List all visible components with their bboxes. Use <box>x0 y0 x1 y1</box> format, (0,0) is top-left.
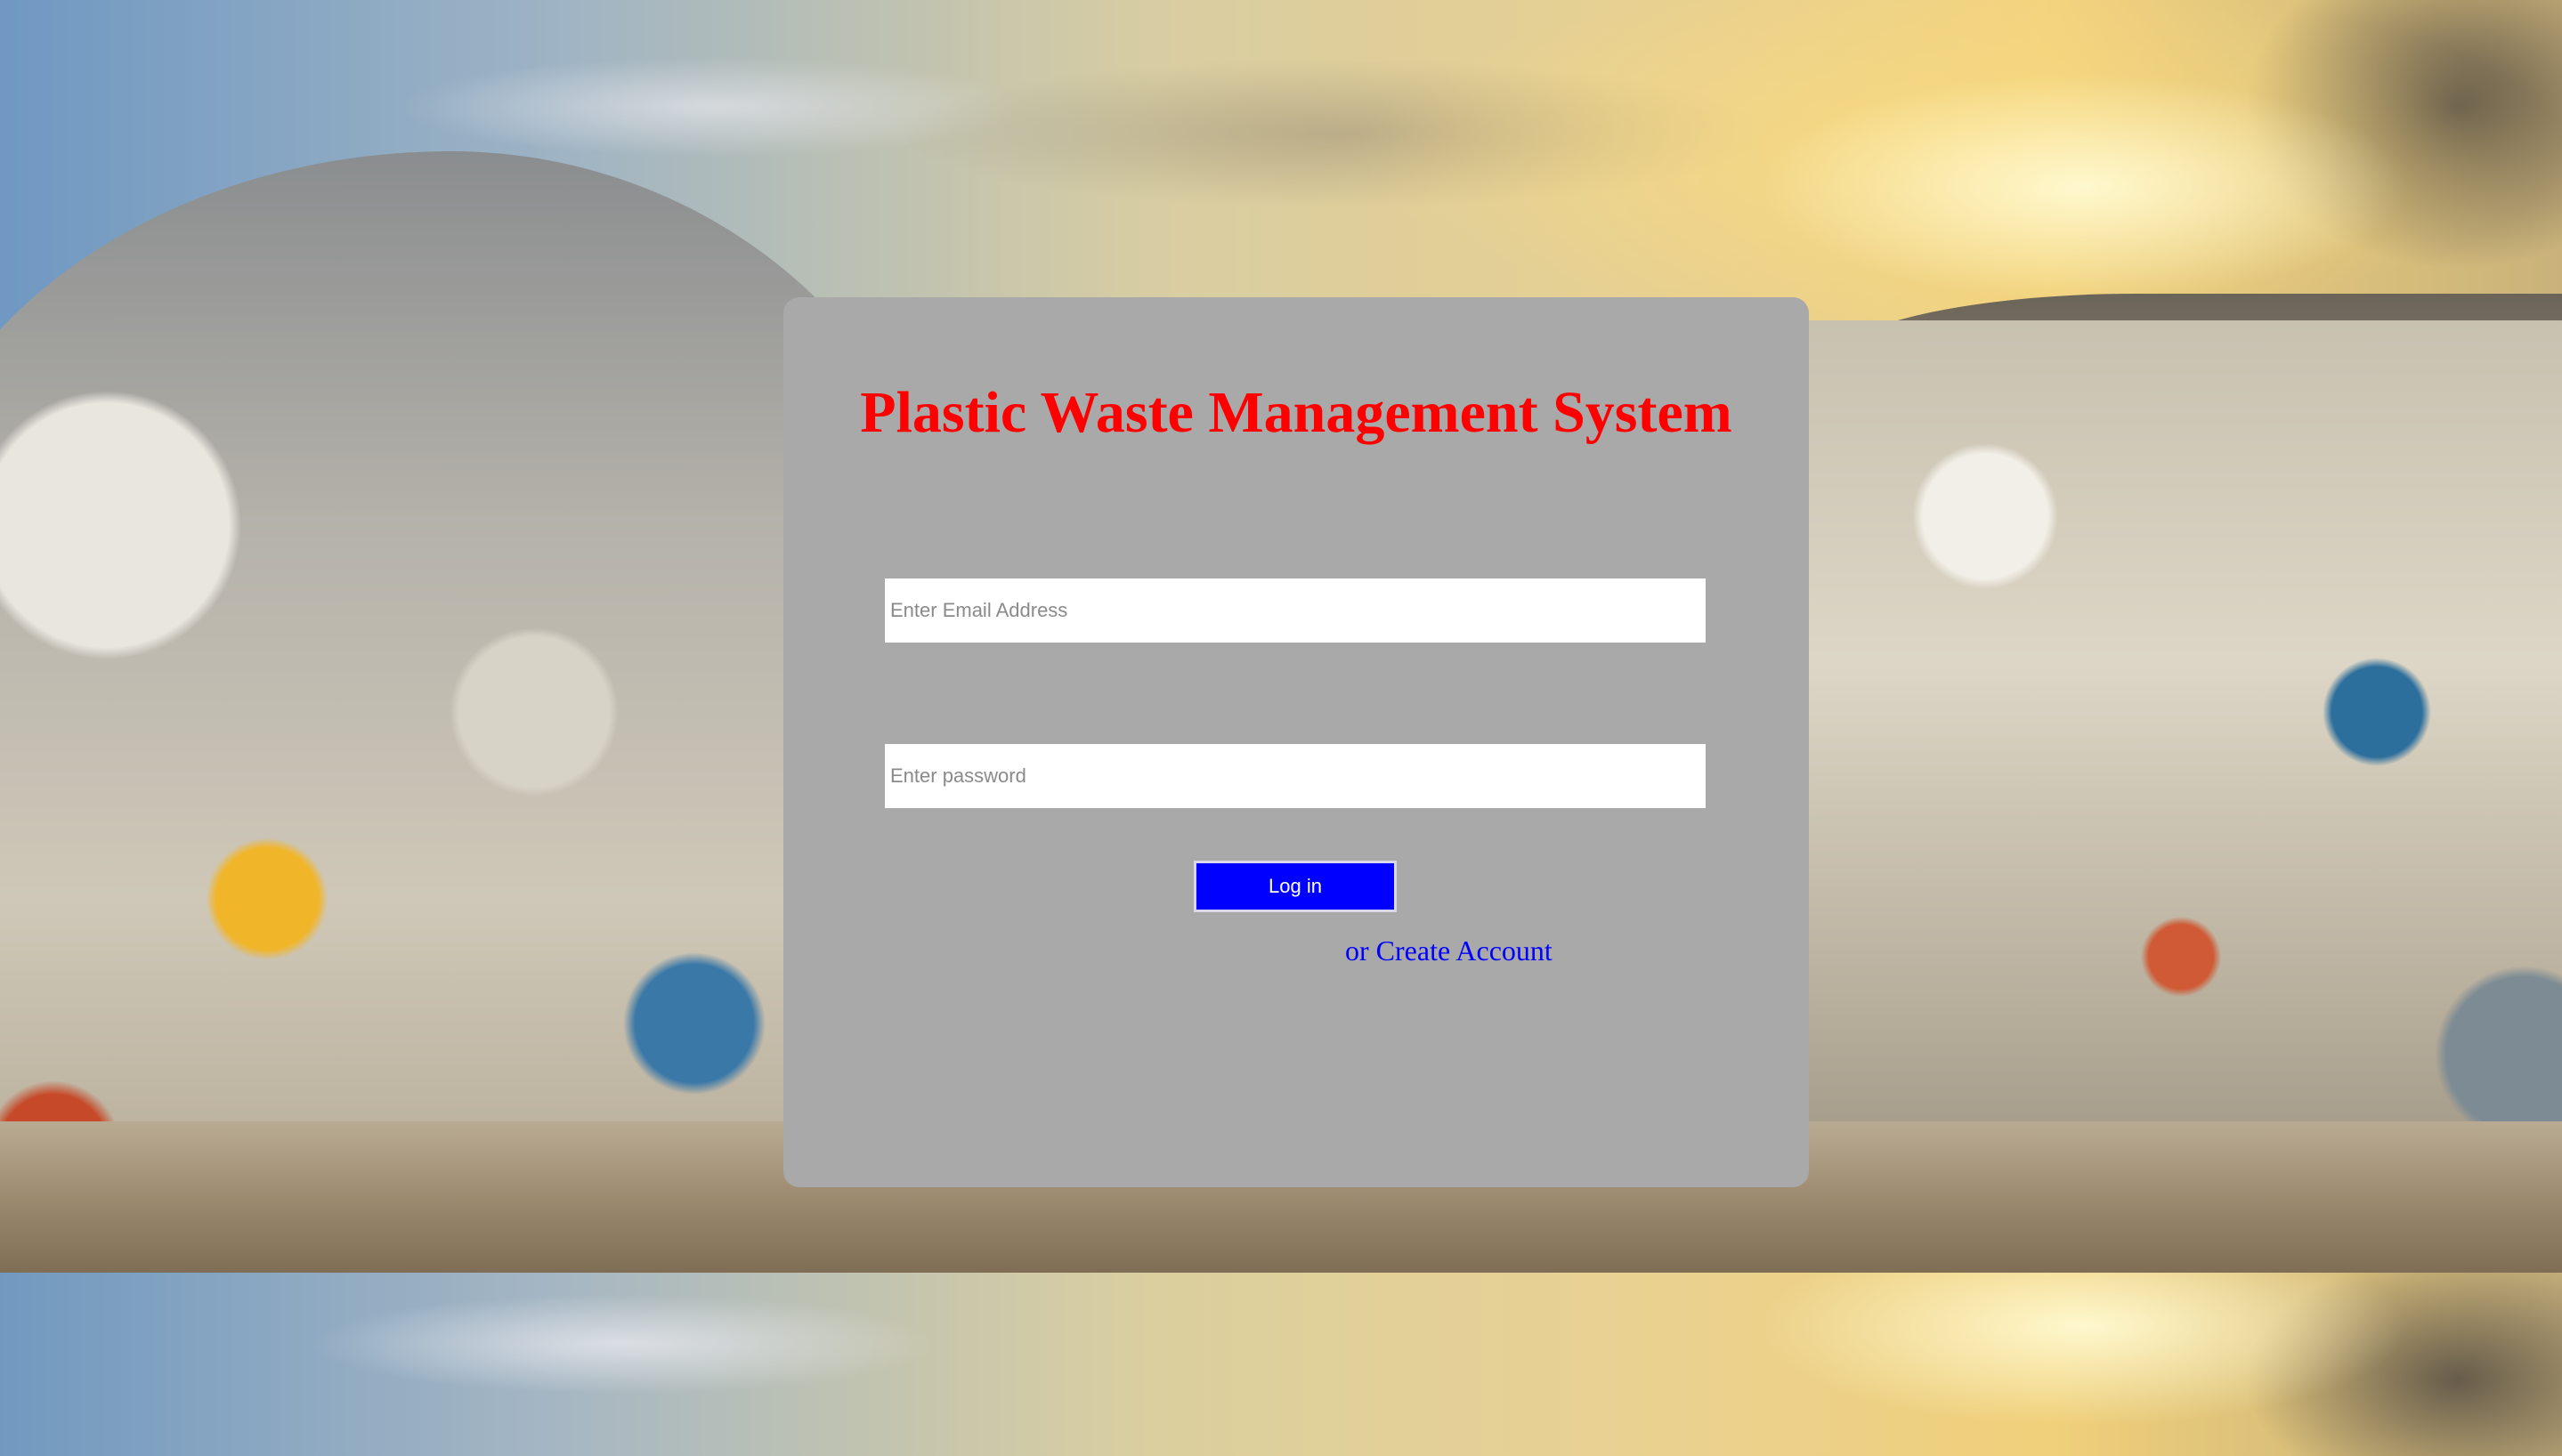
login-card: Plastic Waste Management System Log in o… <box>783 297 1809 1187</box>
password-input[interactable] <box>885 744 1706 808</box>
login-page: Plastic Waste Management System Log in o… <box>0 0 2562 1456</box>
background-image-repeat <box>0 1273 2562 1456</box>
email-input[interactable] <box>885 578 1706 643</box>
page-title: Plastic Waste Management System <box>860 380 1732 445</box>
login-button[interactable]: Log in <box>1194 861 1397 912</box>
create-account-link[interactable]: or Create Account <box>1345 933 1553 968</box>
